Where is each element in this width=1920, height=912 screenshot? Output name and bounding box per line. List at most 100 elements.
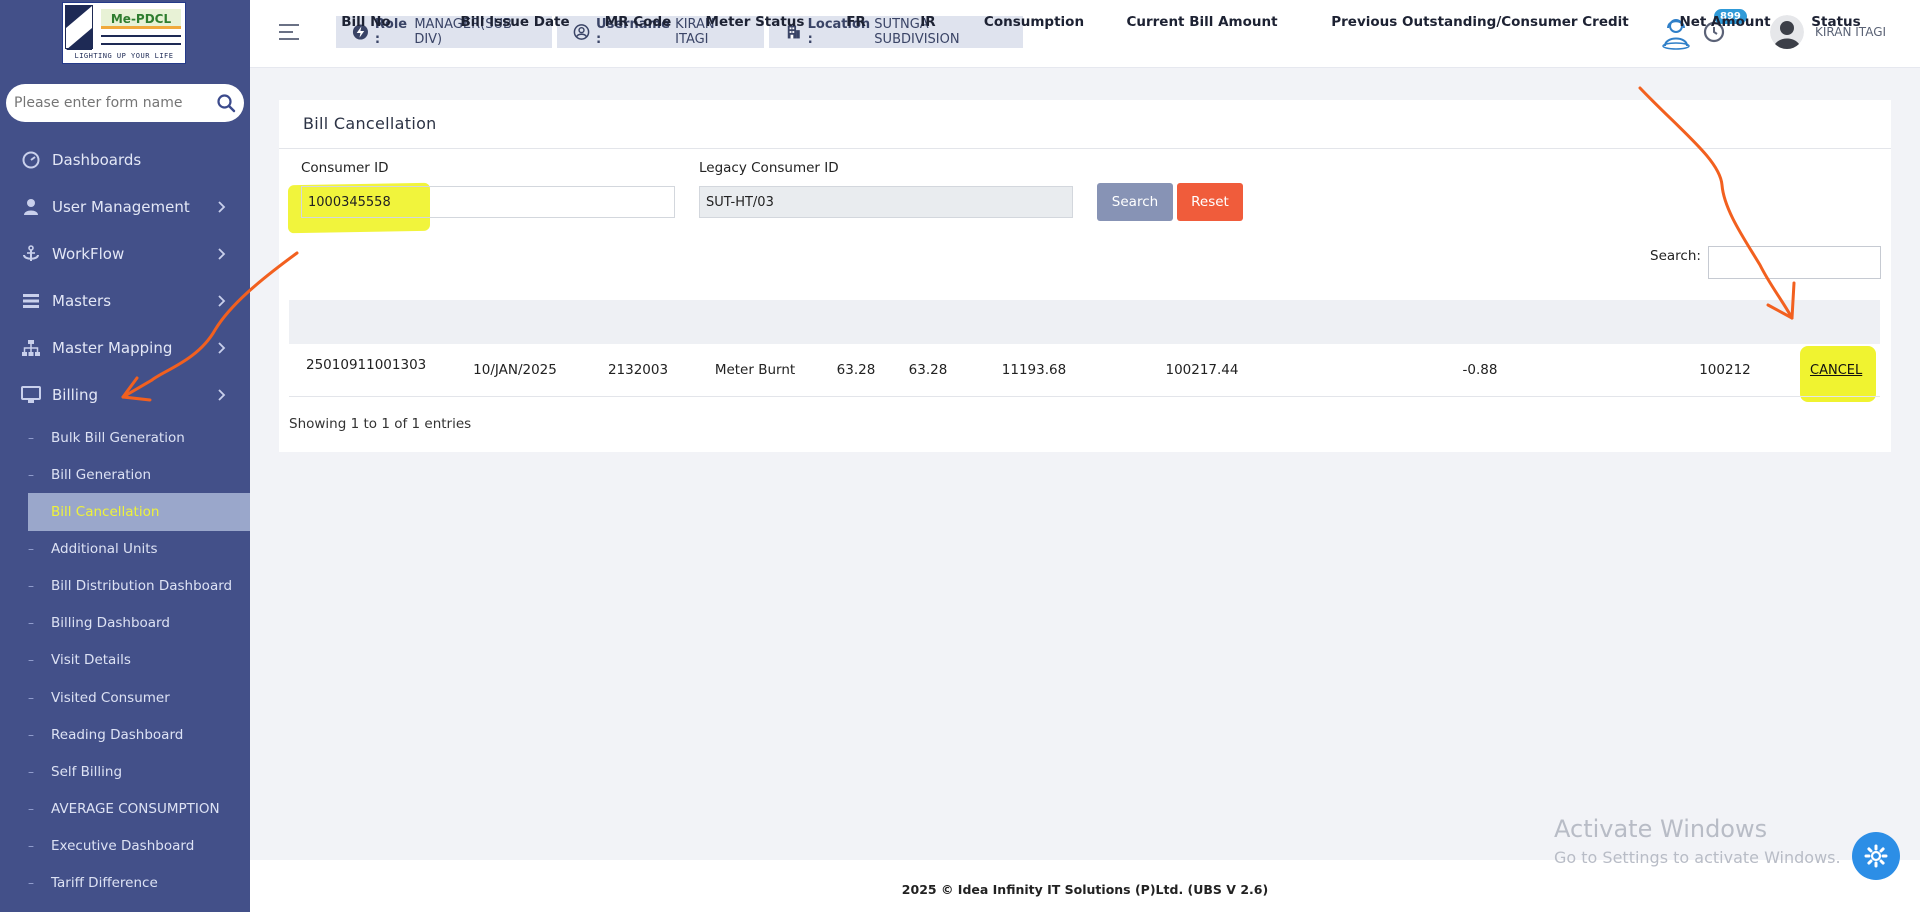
bullet-dash: – <box>28 839 34 853</box>
sub-label: Bulk Bill Generation <box>51 430 185 446</box>
column-header[interactable]: IR <box>908 14 948 30</box>
sidebar-item-bill-generation[interactable]: – Bill Generation <box>0 460 250 490</box>
page-title: Bill Cancellation <box>303 114 437 133</box>
sidebar-item-visited-consumer[interactable]: – Visited Consumer <box>0 683 250 713</box>
windows-activation-title: Activate Windows <box>1554 815 1768 843</box>
user-circle-icon <box>573 24 590 40</box>
sidebar-item-self-billing[interactable]: – Self Billing <box>0 757 250 787</box>
bullet-dash: – <box>28 691 34 705</box>
nav-item-master-mapping[interactable]: Master Mapping <box>0 329 250 367</box>
column-header[interactable]: Net Amount <box>1670 14 1780 30</box>
table-search-label: Search: <box>1650 248 1701 264</box>
column-header[interactable]: Bill Issue Date <box>460 14 570 30</box>
sub-label: Bill Generation <box>51 467 152 483</box>
sidebar-item-executive-dashboard[interactable]: – Executive Dashboard <box>0 831 250 861</box>
nav-item-workflow[interactable]: WorkFlow <box>0 235 250 273</box>
bullet-dash: – <box>28 579 34 593</box>
windows-activation-subtitle: Go to Settings to activate Windows. <box>1554 848 1841 867</box>
bullet-dash: – <box>28 616 34 630</box>
sidebar-item-bill-distribution-dashboard[interactable]: – Bill Distribution Dashboard <box>0 571 250 601</box>
bullet-dash: – <box>28 728 34 742</box>
cell-previous-outstanding: -0.88 <box>1462 362 1498 378</box>
cell-bill-no: 25010911001303 <box>306 357 427 373</box>
sidebar-item-bulk-bill-generation[interactable]: – Bulk Bill Generation <box>0 423 250 453</box>
list-icon <box>20 290 42 312</box>
nav-item-masters[interactable]: Masters <box>0 282 250 320</box>
sidebar-item-average-consumption[interactable]: – AVERAGE CONSUMPTION <box>0 794 250 824</box>
sidebar-item-bill-cancellation[interactable]: Bill Cancellation <box>28 493 250 531</box>
logo-name: Me-PDCL <box>101 9 181 29</box>
footer-copyright: 2025 © Idea Infinity IT Solutions (P)Ltd… <box>901 882 1269 897</box>
divider <box>279 148 1891 149</box>
logo-lines <box>101 35 181 45</box>
consumer-id-input[interactable] <box>301 186 675 218</box>
nav-label: Master Mapping <box>52 339 173 357</box>
bullet-dash: – <box>28 876 34 890</box>
cancel-bill-link[interactable]: CANCEL <box>1810 363 1862 378</box>
nav-item-user-management[interactable]: User Management <box>0 188 250 226</box>
hamburger-menu-icon[interactable] <box>278 22 300 42</box>
cell-net-amount: 100212 <box>1699 362 1751 378</box>
cell-mr-code: 2132003 <box>607 362 669 378</box>
anchor-icon <box>20 243 42 265</box>
column-header[interactable]: FR <box>836 14 876 30</box>
settings-fab[interactable] <box>1852 832 1900 880</box>
search-icon[interactable] <box>216 93 236 113</box>
column-header[interactable]: Previous Outstanding/Consumer Credit <box>1330 14 1630 30</box>
logo-emblem <box>65 5 93 50</box>
bill-cancellation-card: Bill Cancellation <box>279 100 1891 452</box>
nav-label: User Management <box>52 198 190 216</box>
cell-issue-date: 10/JAN/2025 <box>473 362 557 378</box>
chevron-right-icon <box>218 248 226 260</box>
legacy-consumer-id-label: Legacy Consumer ID <box>699 160 839 176</box>
nav-label: Dashboards <box>52 151 142 169</box>
column-header[interactable]: Consumption <box>975 14 1093 30</box>
cell-current-bill-amount: 100217.44 <box>1165 362 1239 378</box>
column-header[interactable]: Meter Status <box>700 14 810 30</box>
column-header[interactable]: MR Code <box>598 14 678 30</box>
table-info: Showing 1 to 1 of 1 entries <box>289 416 472 432</box>
chevron-right-icon <box>218 295 226 307</box>
sub-label: AVERAGE CONSUMPTION <box>51 801 220 817</box>
legacy-consumer-id-input[interactable] <box>699 186 1073 218</box>
sitemap-icon <box>20 337 42 359</box>
sidebar: Me-PDCL LIGHTING UP YOUR LIFE Dashboards… <box>0 0 250 912</box>
dashboard-icon <box>20 149 42 171</box>
form-search-box <box>6 84 244 122</box>
nav-item-billing[interactable]: Billing <box>0 376 250 414</box>
top-bar: Role : MANAGER(SUB DIV) Username : KIRAN I… <box>250 0 1920 68</box>
nav-label: WorkFlow <box>52 245 125 263</box>
bullet-dash: – <box>28 468 34 482</box>
nav-item-dashboards[interactable]: Dashboards <box>0 141 250 179</box>
consumer-id-label: Consumer ID <box>301 160 389 176</box>
sidebar-item-visit-details[interactable]: – Visit Details <box>0 645 250 675</box>
bullet-dash: – <box>28 802 34 816</box>
bullet-dash: – <box>28 431 34 445</box>
sub-label: Reading Dashboard <box>51 727 184 743</box>
cell-fr: 63.28 <box>836 362 876 378</box>
column-header[interactable]: Status <box>1806 14 1866 30</box>
chevron-right-icon <box>218 201 226 213</box>
user-icon <box>20 196 42 218</box>
column-header[interactable]: Bill No <box>326 14 406 30</box>
footer: 2025 © Idea Infinity IT Solutions (P)Ltd… <box>250 860 1920 912</box>
form-search-input[interactable] <box>6 84 206 122</box>
sidebar-item-tariff-difference[interactable]: – Tariff Difference <box>0 868 250 898</box>
sub-label: Self Billing <box>51 764 123 780</box>
table-search-input[interactable] <box>1708 246 1881 279</box>
sidebar-item-reading-dashboard[interactable]: – Reading Dashboard <box>0 720 250 750</box>
search-button[interactable]: Search <box>1097 183 1173 221</box>
column-header[interactable]: Current Bill Amount <box>1120 14 1284 30</box>
table-header <box>289 300 1880 344</box>
sub-label: Billing Dashboard <box>51 615 170 631</box>
sidebar-item-billing-dashboard[interactable]: – Billing Dashboard <box>0 608 250 638</box>
nav-label: Billing <box>52 386 98 404</box>
cell-consumption: 11193.68 <box>1001 362 1067 378</box>
sub-label: Bill Cancellation <box>51 504 160 520</box>
nav-label: Masters <box>52 292 112 310</box>
company-logo[interactable]: Me-PDCL LIGHTING UP YOUR LIFE <box>62 2 186 64</box>
bullet-dash: – <box>28 653 34 667</box>
sidebar-item-additional-units[interactable]: – Additional Units <box>0 534 250 564</box>
row-divider <box>289 396 1880 397</box>
reset-button[interactable]: Reset <box>1177 183 1243 221</box>
